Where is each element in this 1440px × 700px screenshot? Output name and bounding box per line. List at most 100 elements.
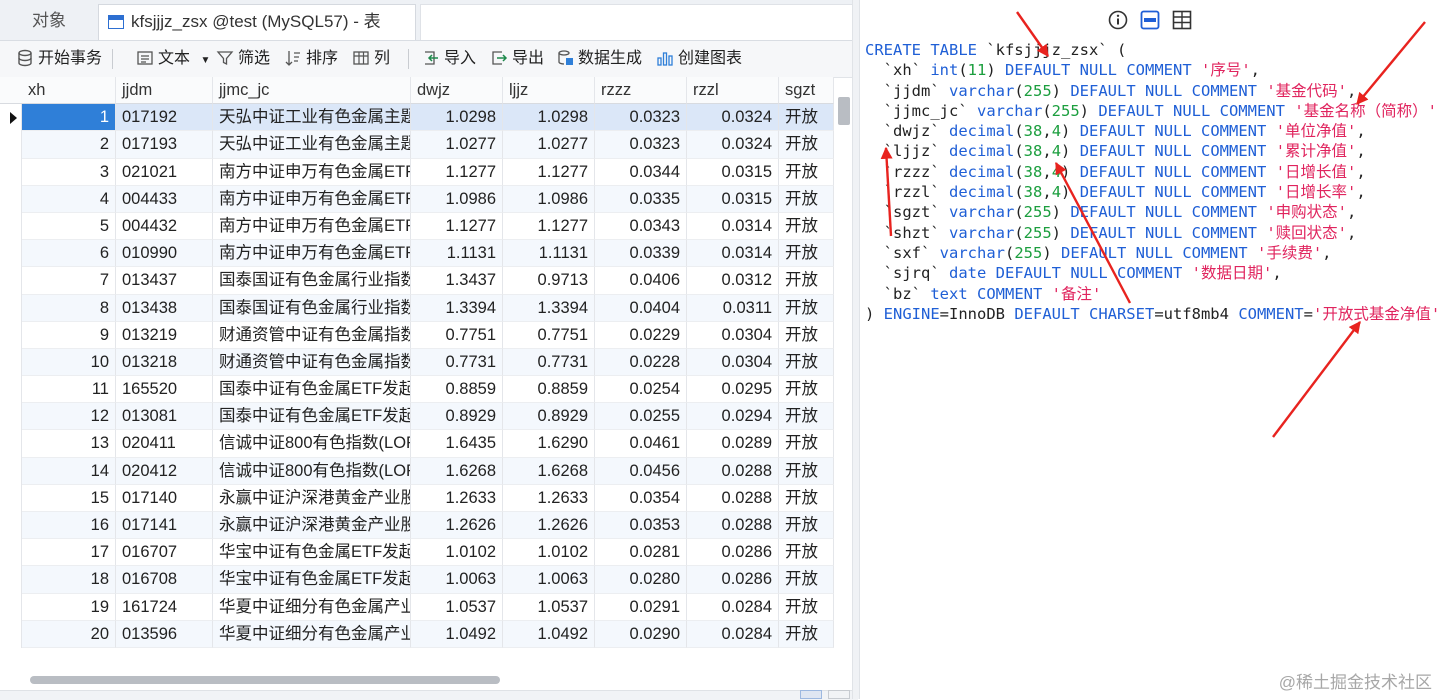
cell-sgzt[interactable]: 开放 bbox=[779, 158, 834, 186]
column-header-rzzz[interactable]: rzzz bbox=[595, 77, 687, 105]
columns-button[interactable]: 列 bbox=[352, 41, 390, 77]
cell-rzzz[interactable]: 0.0281 bbox=[595, 539, 687, 567]
cell-ljjz[interactable]: 1.6268 bbox=[503, 457, 595, 485]
cell-rzzl[interactable]: 0.0304 bbox=[687, 348, 779, 377]
cell-sgzt[interactable]: 开放 bbox=[779, 430, 834, 458]
cell-jjmc_jc[interactable]: 天弘中证工业有色金属主题 bbox=[213, 104, 411, 132]
cell-jjdm[interactable]: 017141 bbox=[116, 512, 213, 540]
cell-rzzz[interactable]: 0.0344 bbox=[595, 158, 687, 186]
cell-rzzl[interactable]: 0.0284 bbox=[687, 593, 779, 621]
cell-dwjz[interactable]: 1.0063 bbox=[411, 566, 503, 594]
cell-jjmc_jc[interactable]: 永赢中证沪深港黄金产业股 bbox=[213, 484, 411, 512]
cell-dwjz[interactable]: 1.0986 bbox=[411, 185, 503, 213]
cell-jjdm[interactable]: 013218 bbox=[116, 348, 213, 377]
cell-rzzz[interactable]: 0.0456 bbox=[595, 457, 687, 485]
form-view-button[interactable] bbox=[828, 690, 850, 699]
cell-rzzl[interactable]: 0.0315 bbox=[687, 158, 779, 186]
cell-ljjz[interactable]: 1.0298 bbox=[503, 104, 595, 132]
cell-dwjz[interactable]: 0.8929 bbox=[411, 403, 503, 431]
cell-rzzz[interactable]: 0.0335 bbox=[595, 185, 687, 213]
cell-rzzl[interactable]: 0.0324 bbox=[687, 131, 779, 159]
row-marker[interactable] bbox=[0, 620, 22, 648]
cell-jjmc_jc[interactable]: 华夏中证细分有色金属产业 bbox=[213, 620, 411, 648]
cell-ljjz[interactable]: 1.1277 bbox=[503, 212, 595, 241]
cell-xh[interactable]: 8 bbox=[22, 294, 116, 322]
column-header-jjmc_jc[interactable]: jjmc_jc bbox=[213, 77, 411, 105]
cell-xh[interactable]: 12 bbox=[22, 403, 116, 431]
cell-sgzt[interactable]: 开放 bbox=[779, 376, 834, 404]
row-marker[interactable] bbox=[0, 457, 22, 485]
cell-xh[interactable]: 17 bbox=[22, 539, 116, 567]
column-header-ljjz[interactable]: ljjz bbox=[503, 77, 595, 105]
cell-sgzt[interactable]: 开放 bbox=[779, 212, 834, 241]
cell-jjmc_jc[interactable]: 财通资管中证有色金属指数 bbox=[213, 321, 411, 349]
table-row[interactable]: 10 013218 财通资管中证有色金属指数 0.7731 0.7731 0.0228 0.… bbox=[0, 348, 834, 377]
cell-rzzl[interactable]: 0.0311 bbox=[687, 294, 779, 322]
column-header-dwjz[interactable]: dwjz bbox=[411, 77, 503, 105]
cell-jjdm[interactable]: 013081 bbox=[116, 403, 213, 431]
cell-xh[interactable]: 18 bbox=[22, 566, 116, 594]
table-row[interactable]: 12 013081 国泰中证有色金属ETF发起 0.8929 0.8929 0.0255 0… bbox=[0, 403, 834, 431]
layout-icon[interactable] bbox=[1170, 8, 1194, 32]
cell-jjdm[interactable]: 017140 bbox=[116, 484, 213, 512]
cell-xh[interactable]: 3 bbox=[22, 158, 116, 186]
table-row[interactable]: 4 004433 南方中证申万有色金属ETF 1.0986 1.0986 0.0335 0.… bbox=[0, 185, 834, 213]
row-marker[interactable] bbox=[0, 294, 22, 322]
cell-jjdm[interactable]: 013437 bbox=[116, 267, 213, 295]
create-chart-button[interactable]: 创建图表 bbox=[656, 41, 742, 77]
grid-view-button[interactable] bbox=[800, 690, 822, 699]
cell-rzzz[interactable]: 0.0255 bbox=[595, 403, 687, 431]
cell-dwjz[interactable]: 1.0277 bbox=[411, 131, 503, 159]
export-button[interactable]: 导出 bbox=[490, 41, 544, 77]
sort-button[interactable]: 排序 bbox=[284, 41, 338, 77]
begin-transaction-button[interactable]: 开始事务 bbox=[16, 41, 102, 77]
row-marker[interactable] bbox=[0, 348, 22, 377]
cell-sgzt[interactable]: 开放 bbox=[779, 484, 834, 512]
row-marker[interactable] bbox=[0, 240, 22, 268]
cell-sgzt[interactable]: 开放 bbox=[779, 457, 834, 485]
cell-jjmc_jc[interactable]: 国泰国证有色金属行业指数 bbox=[213, 294, 411, 322]
cell-sgzt[interactable]: 开放 bbox=[779, 185, 834, 213]
cell-ljjz[interactable]: 1.1277 bbox=[503, 158, 595, 186]
cell-dwjz[interactable]: 0.7731 bbox=[411, 348, 503, 377]
cell-ljjz[interactable]: 1.0102 bbox=[503, 539, 595, 567]
cell-rzzl[interactable]: 0.0286 bbox=[687, 539, 779, 567]
cell-dwjz[interactable]: 1.1131 bbox=[411, 240, 503, 268]
cell-ljjz[interactable]: 1.0537 bbox=[503, 593, 595, 621]
cell-jjmc_jc[interactable]: 国泰国证有色金属行业指数 bbox=[213, 267, 411, 295]
cell-xh[interactable]: 16 bbox=[22, 512, 116, 540]
cell-jjmc_jc[interactable]: 国泰中证有色金属ETF发起 bbox=[213, 403, 411, 431]
cell-jjmc_jc[interactable]: 国泰中证有色金属ETF发起 bbox=[213, 376, 411, 404]
cell-jjdm[interactable]: 020411 bbox=[116, 430, 213, 458]
cell-sgzt[interactable]: 开放 bbox=[779, 593, 834, 621]
row-marker[interactable] bbox=[0, 403, 22, 431]
cell-rzzz[interactable]: 0.0354 bbox=[595, 484, 687, 512]
cell-rzzz[interactable]: 0.0228 bbox=[595, 348, 687, 377]
cell-xh[interactable]: 7 bbox=[22, 267, 116, 295]
table-row[interactable]: 6 010990 南方中证申万有色金属ETF 1.1131 1.1131 0.0339 0.… bbox=[0, 240, 834, 268]
table-row[interactable]: 16 017141 永赢中证沪深港黄金产业股 1.2626 1.2626 0.0353 0.… bbox=[0, 512, 834, 540]
cell-ljjz[interactable]: 1.2633 bbox=[503, 484, 595, 512]
cell-ljjz[interactable]: 1.0986 bbox=[503, 185, 595, 213]
cell-rzzl[interactable]: 0.0288 bbox=[687, 512, 779, 540]
cell-rzzl[interactable]: 0.0284 bbox=[687, 620, 779, 648]
cell-rzzz[interactable]: 0.0280 bbox=[595, 566, 687, 594]
table-row[interactable]: 8 013438 国泰国证有色金属行业指数 1.3394 1.3394 0.0404 0.0… bbox=[0, 294, 834, 322]
cell-sgzt[interactable]: 开放 bbox=[779, 566, 834, 594]
table-row[interactable]: 14 020412 信诚中证800有色指数(LOF 1.6268 1.6268 0.045… bbox=[0, 457, 834, 485]
cell-rzzz[interactable]: 0.0290 bbox=[595, 620, 687, 648]
row-marker[interactable] bbox=[0, 539, 22, 567]
cell-rzzl[interactable]: 0.0314 bbox=[687, 240, 779, 268]
row-marker[interactable] bbox=[0, 430, 22, 458]
cell-jjdm[interactable]: 004433 bbox=[116, 185, 213, 213]
cell-jjmc_jc[interactable]: 华宝中证有色金属ETF发起 bbox=[213, 539, 411, 567]
tab-table[interactable]: kfsjjjz_zsx @test (MySQL57) - 表 bbox=[98, 4, 416, 40]
cell-ljjz[interactable]: 0.7731 bbox=[503, 348, 595, 377]
cell-ljjz[interactable]: 0.9713 bbox=[503, 267, 595, 295]
cell-ljjz[interactable]: 0.8929 bbox=[503, 403, 595, 431]
row-marker[interactable] bbox=[0, 104, 22, 132]
cell-rzzl[interactable]: 0.0314 bbox=[687, 212, 779, 241]
cell-rzzz[interactable]: 0.0339 bbox=[595, 240, 687, 268]
table-row[interactable]: 20 013596 华夏中证细分有色金属产业 1.0492 1.0492 0.0290 0.… bbox=[0, 620, 834, 648]
cell-jjdm[interactable]: 004432 bbox=[116, 212, 213, 241]
